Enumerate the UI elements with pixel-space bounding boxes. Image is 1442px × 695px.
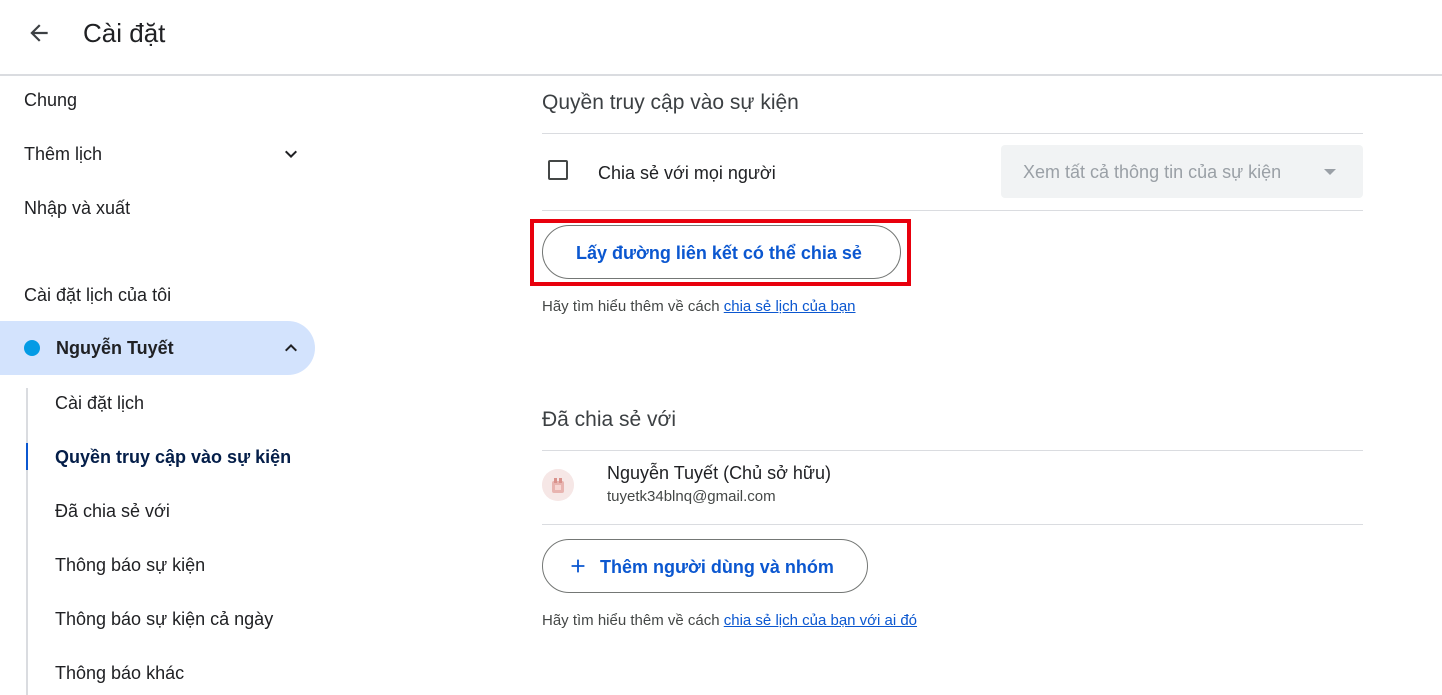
shared-help-text: Hãy tìm hiểu thêm về cách chia sẻ lịch c… [542, 611, 917, 631]
sidebar-subitem-calendar-settings[interactable]: Cài đặt lịch [55, 391, 144, 415]
calendar-name: Nguyễn Tuyết [56, 338, 174, 358]
sidebar-subitem-event-notifications[interactable]: Thông báo sự kiện [55, 553, 205, 577]
back-button[interactable] [22, 16, 56, 50]
help-prefix: Hãy tìm hiểu thêm về cách [542, 298, 720, 315]
shared-section-title: Đã chia sẻ với [542, 408, 676, 431]
sidebar-subitem-shared-with[interactable]: Đã chia sẻ với [55, 499, 170, 523]
share-public-checkbox[interactable] [548, 160, 568, 180]
permission-select[interactable]: Xem tất cả thông tin của sự kiện [1001, 145, 1363, 198]
help-link-share-calendar[interactable]: chia sẻ lịch của bạn [724, 298, 856, 315]
chevron-up-icon[interactable] [279, 336, 303, 360]
chevron-down-icon[interactable] [279, 142, 303, 166]
avatar [542, 469, 574, 501]
owner-name: Nguyễn Tuyết (Chủ sở hữu) [607, 463, 831, 483]
help-link-share-with-someone[interactable]: chia sẻ lịch của bạn với ai đó [724, 612, 917, 629]
sidebar-item-label: Thêm lịch [24, 144, 103, 164]
my-calendars-heading: Cài đặt lịch của tôi [24, 285, 172, 305]
sidebar-item-import-export[interactable]: Nhập và xuất [24, 196, 130, 220]
access-help-text: Hãy tìm hiểu thêm về cách chia sẻ lịch c… [542, 297, 856, 317]
sidebar-subitem-other-notifications[interactable]: Thông báo khác [55, 661, 184, 685]
permission-select-value: Xem tất cả thông tin của sự kiện [1023, 162, 1282, 182]
divider [542, 450, 1363, 451]
page-title: Cài đặt [83, 18, 166, 48]
sidebar-item-general[interactable]: Chung [24, 88, 77, 112]
top-bar: Cài đặt [0, 0, 1442, 74]
dropdown-arrow-icon [1324, 169, 1336, 175]
arrow-back-icon [30, 24, 48, 42]
sidebar-subitem-event-access[interactable]: Quyền truy cập vào sự kiện [55, 445, 291, 469]
highlight-box [530, 219, 911, 286]
divider [542, 524, 1363, 525]
share-public-label: Chia sẻ với mọi người [598, 163, 776, 183]
plus-icon [571, 559, 585, 573]
divider [542, 133, 1363, 134]
active-indicator [26, 443, 28, 470]
add-people-label: Thêm người dùng và nhóm [600, 557, 834, 577]
owner-email: tuyetk34blnq@gmail.com [607, 488, 776, 505]
access-section-title: Quyền truy cập vào sự kiện [542, 91, 799, 114]
divider [542, 210, 1363, 211]
avatar-image-icon [542, 469, 574, 501]
add-people-button[interactable]: Thêm người dùng và nhóm [542, 539, 868, 593]
calendar-color-dot [24, 340, 40, 356]
subtree-line [26, 388, 28, 695]
help-prefix: Hãy tìm hiểu thêm về cách [542, 612, 720, 629]
header-divider [0, 74, 1442, 76]
sidebar-subitem-allday-notifications[interactable]: Thông báo sự kiện cả ngày [55, 607, 273, 631]
sidebar-item-add-calendar[interactable]: Thêm lịch [24, 142, 304, 166]
